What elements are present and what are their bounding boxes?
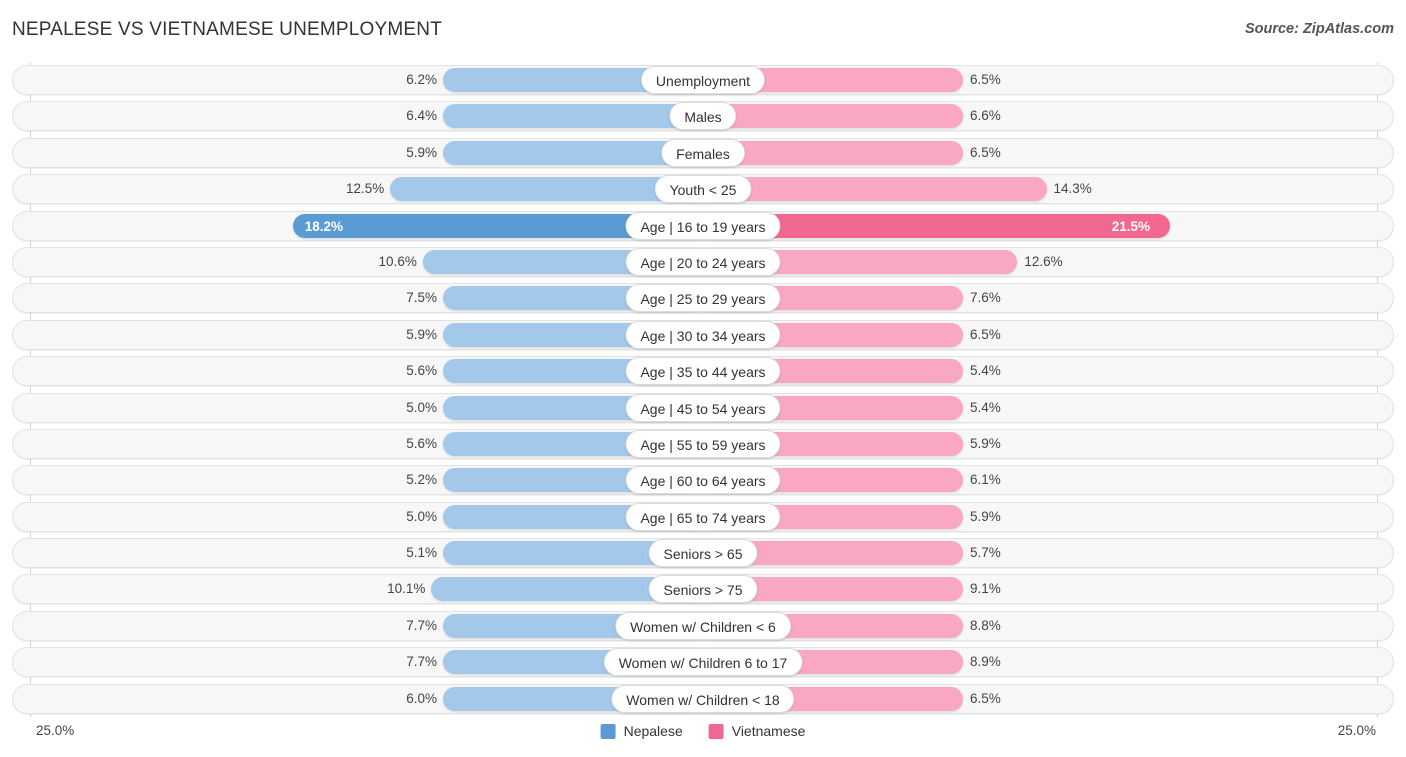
- chart-legend: Nepalese Vietnamese: [600, 723, 806, 739]
- chart-row: 5.6% 5.9% Age | 55 to 59 years: [0, 426, 1406, 462]
- value-label-vietnamese: 8.8%: [970, 617, 1001, 633]
- value-label-vietnamese: 6.5%: [970, 72, 1001, 87]
- value-label-vietnamese: 9.1%: [970, 581, 1001, 597]
- value-label-vietnamese: 5.4%: [970, 399, 1001, 415]
- category-label: Age | 16 to 19 years: [625, 211, 781, 240]
- chart-row: 7.5% 7.6% Age | 25 to 29 years: [0, 280, 1406, 316]
- value-label-nepalese: 5.1%: [406, 545, 437, 561]
- value-label-vietnamese: 12.6%: [1024, 253, 1063, 269]
- value-label-nepalese: 12.5%: [346, 181, 385, 197]
- value-label-nepalese: 6.4%: [406, 108, 437, 124]
- category-label: Age | 25 to 29 years: [625, 284, 781, 313]
- chart-row: 10.1% 9.1% Seniors > 75: [0, 571, 1406, 607]
- chart-row: 18.2% 21.5% Age | 16 to 19 years: [0, 208, 1406, 244]
- value-label-nepalese: 6.0%: [406, 690, 437, 706]
- category-label: Females: [661, 138, 745, 167]
- value-label-nepalese: 7.5%: [406, 290, 437, 306]
- value-label-vietnamese: 6.6%: [970, 108, 1001, 124]
- chart-row: 5.0% 5.4% Age | 45 to 54 years: [0, 390, 1406, 426]
- value-label-nepalese: 5.6%: [406, 435, 437, 451]
- value-label-vietnamese: 5.7%: [970, 545, 1001, 561]
- bar-nepalese: [443, 104, 703, 129]
- value-label-nepalese: 5.0%: [406, 399, 437, 415]
- category-label: Age | 65 to 74 years: [625, 502, 781, 531]
- category-label: Age | 35 to 44 years: [625, 357, 781, 386]
- chart-row: 6.4% 6.6% Males: [0, 98, 1406, 134]
- category-label: Women w/ Children < 18: [611, 684, 795, 713]
- chart-header: NEPALESE VS VIETNAMESE UNEMPLOYMENT Sour…: [0, 0, 1406, 60]
- legend-label: Vietnamese: [731, 723, 806, 739]
- category-label: Age | 55 to 59 years: [625, 429, 781, 458]
- chart-row: 5.0% 5.9% Age | 65 to 74 years: [0, 499, 1406, 535]
- legend-item[interactable]: Vietnamese: [708, 723, 806, 739]
- chart-row: 10.6% 12.6% Age | 20 to 24 years: [0, 244, 1406, 280]
- value-label-vietnamese: 8.9%: [970, 654, 1001, 670]
- chart-row: 5.9% 6.5% Females: [0, 135, 1406, 171]
- value-label-nepalese: 10.1%: [387, 581, 426, 597]
- value-label-vietnamese: 6.5%: [970, 690, 1001, 706]
- value-label-nepalese: 5.2%: [406, 472, 437, 488]
- chart-plot-area: 6.2% 6.5% Unemployment 6.4% 6.6% Males 5.9% 6.5…: [0, 62, 1406, 717]
- category-label: Males: [669, 102, 737, 131]
- chart-row: 12.5% 14.3% Youth < 25: [0, 171, 1406, 207]
- value-label-nepalese: 7.7%: [406, 617, 437, 633]
- axis-label-right: 25.0%: [1337, 723, 1376, 738]
- legend-item[interactable]: Nepalese: [600, 723, 683, 739]
- category-label: Seniors > 65: [648, 539, 758, 568]
- bar-vietnamese: [703, 177, 1047, 202]
- category-label: Women w/ Children 6 to 17: [603, 648, 803, 677]
- chart-rows: 6.2% 6.5% Unemployment 6.4% 6.6% Males 5.9% 6.5…: [0, 62, 1406, 717]
- legend-swatch-icon: [600, 723, 616, 739]
- chart-row: 5.2% 6.1% Age | 60 to 64 years: [0, 462, 1406, 498]
- value-label-nepalese: 5.9%: [406, 144, 437, 160]
- page-title: NEPALESE VS VIETNAMESE UNEMPLOYMENT: [12, 19, 443, 40]
- category-label: Youth < 25: [654, 175, 752, 204]
- chart-row: 7.7% 8.8% Women w/ Children < 6: [0, 608, 1406, 644]
- category-label: Age | 60 to 64 years: [625, 466, 781, 495]
- value-label-vietnamese: 6.5%: [970, 326, 1001, 342]
- legend-label: Nepalese: [623, 723, 683, 739]
- value-label-vietnamese: 5.9%: [970, 508, 1001, 524]
- source-attribution: Source: ZipAtlas.com: [1244, 21, 1394, 37]
- category-label: Age | 20 to 24 years: [625, 247, 781, 276]
- value-label-vietnamese: 5.4%: [970, 363, 1001, 379]
- value-label-nepalese: 7.7%: [406, 654, 437, 670]
- value-label-nepalese: 5.0%: [406, 508, 437, 524]
- value-label-nepalese: 6.2%: [406, 72, 437, 87]
- chart-row: 5.6% 5.4% Age | 35 to 44 years: [0, 353, 1406, 389]
- value-label-nepalese: 5.9%: [406, 326, 437, 342]
- category-label: Women w/ Children < 6: [615, 611, 791, 640]
- value-label-vietnamese: 6.1%: [970, 472, 1001, 488]
- value-label-nepalese: 18.2%: [304, 218, 344, 234]
- value-label-nepalese: 10.6%: [378, 253, 417, 269]
- bar-vietnamese: [703, 104, 963, 129]
- chart-row: 7.7% 8.9% Women w/ Children 6 to 17: [0, 644, 1406, 680]
- value-label-vietnamese: 5.9%: [970, 435, 1001, 451]
- axis-label-left: 25.0%: [36, 723, 75, 738]
- category-label: Unemployment: [640, 66, 766, 94]
- category-label: Seniors > 75: [648, 575, 758, 604]
- chart-row: 6.2% 6.5% Unemployment: [0, 62, 1406, 98]
- category-label: Age | 45 to 54 years: [625, 393, 781, 422]
- chart-row: 5.1% 5.7% Seniors > 65: [0, 535, 1406, 571]
- value-label-vietnamese: 21.5%: [1111, 218, 1150, 234]
- value-label-vietnamese: 7.6%: [970, 290, 1001, 306]
- legend-swatch-icon: [708, 723, 724, 739]
- chart-footer: 25.0% 25.0% Nepalese Vietnamese: [0, 717, 1406, 757]
- category-label: Age | 30 to 34 years: [625, 320, 781, 349]
- value-label-vietnamese: 14.3%: [1053, 181, 1092, 197]
- chart-row: 6.0% 6.5% Women w/ Children < 18: [0, 681, 1406, 717]
- chart-row: 5.9% 6.5% Age | 30 to 34 years: [0, 317, 1406, 353]
- value-label-nepalese: 5.6%: [406, 363, 437, 379]
- value-label-vietnamese: 6.5%: [970, 144, 1001, 160]
